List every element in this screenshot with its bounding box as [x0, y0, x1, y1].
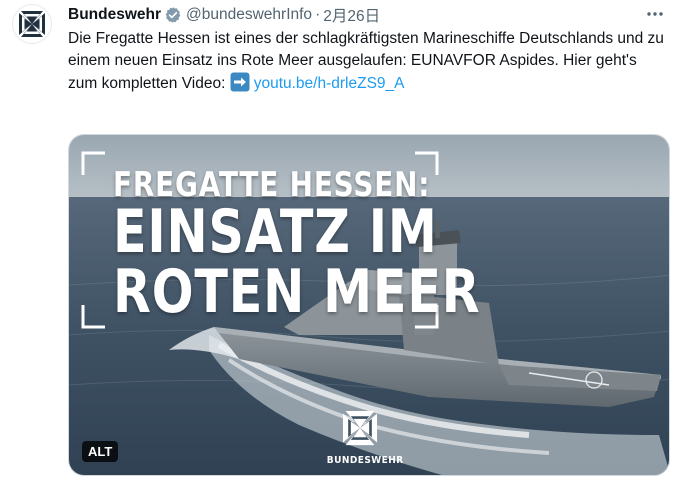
- author-display-name[interactable]: Bundeswehr: [68, 6, 161, 24]
- tweet-text: Die Fregatte Hessen ist eines der schlag…: [68, 28, 668, 95]
- bundeswehr-logo-icon: [342, 410, 378, 446]
- author-handle[interactable]: @bundeswehrInfo: [186, 6, 312, 24]
- more-options-button[interactable]: [642, 3, 668, 25]
- bundeswehr-wordmark: BUNDESWEHR: [326, 455, 404, 466]
- video-thumbnail[interactable]: FREGATTE HESSEN: EINSATZ IM ROTEN MEER B…: [68, 134, 670, 476]
- more-horizontal-icon: [647, 12, 663, 16]
- alt-text-badge[interactable]: ALT: [82, 441, 119, 462]
- tweet-header: Bundeswehr @bundeswehrInfo · 2月26日: [68, 4, 380, 26]
- avatar[interactable]: [12, 4, 52, 44]
- separator-dot: ·: [315, 6, 321, 23]
- right-arrow-emoji-icon: [230, 72, 250, 92]
- tweet-date[interactable]: 2月26日: [323, 4, 380, 26]
- verified-badge-icon[interactable]: [164, 6, 182, 24]
- headline-line-2: EINSATZ IM: [113, 197, 438, 267]
- bundeswehr-cross-icon: [19, 11, 45, 37]
- headline-line-3: ROTEN MEER: [113, 257, 481, 327]
- video-link[interactable]: youtu.be/h-drleZS9_A: [254, 75, 405, 92]
- tweet[interactable]: Bundeswehr @bundeswehrInfo · 2月26日 Die F…: [0, 0, 682, 491]
